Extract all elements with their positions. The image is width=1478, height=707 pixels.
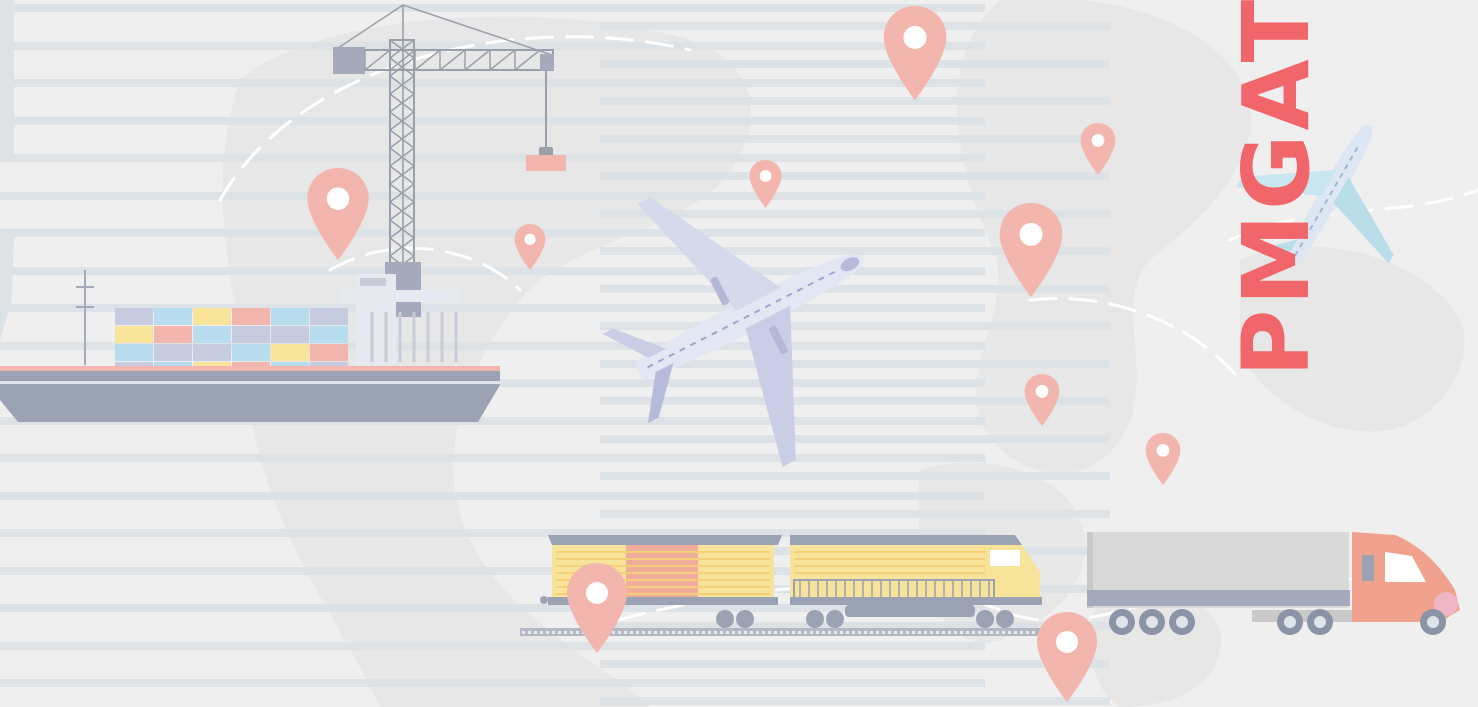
map-pin-icon bbox=[749, 160, 782, 208]
map-pin-icon bbox=[1145, 433, 1181, 485]
map-pin-icon bbox=[567, 563, 627, 653]
side-panel-lower bbox=[0, 235, 14, 340]
map-pin-icon bbox=[1037, 612, 1097, 702]
side-panel bbox=[0, 0, 14, 160]
brand-title: PMGAT bbox=[1223, 0, 1330, 377]
logistics-banner: PMGAT bbox=[0, 0, 1478, 707]
truck-icon bbox=[1087, 532, 1460, 635]
